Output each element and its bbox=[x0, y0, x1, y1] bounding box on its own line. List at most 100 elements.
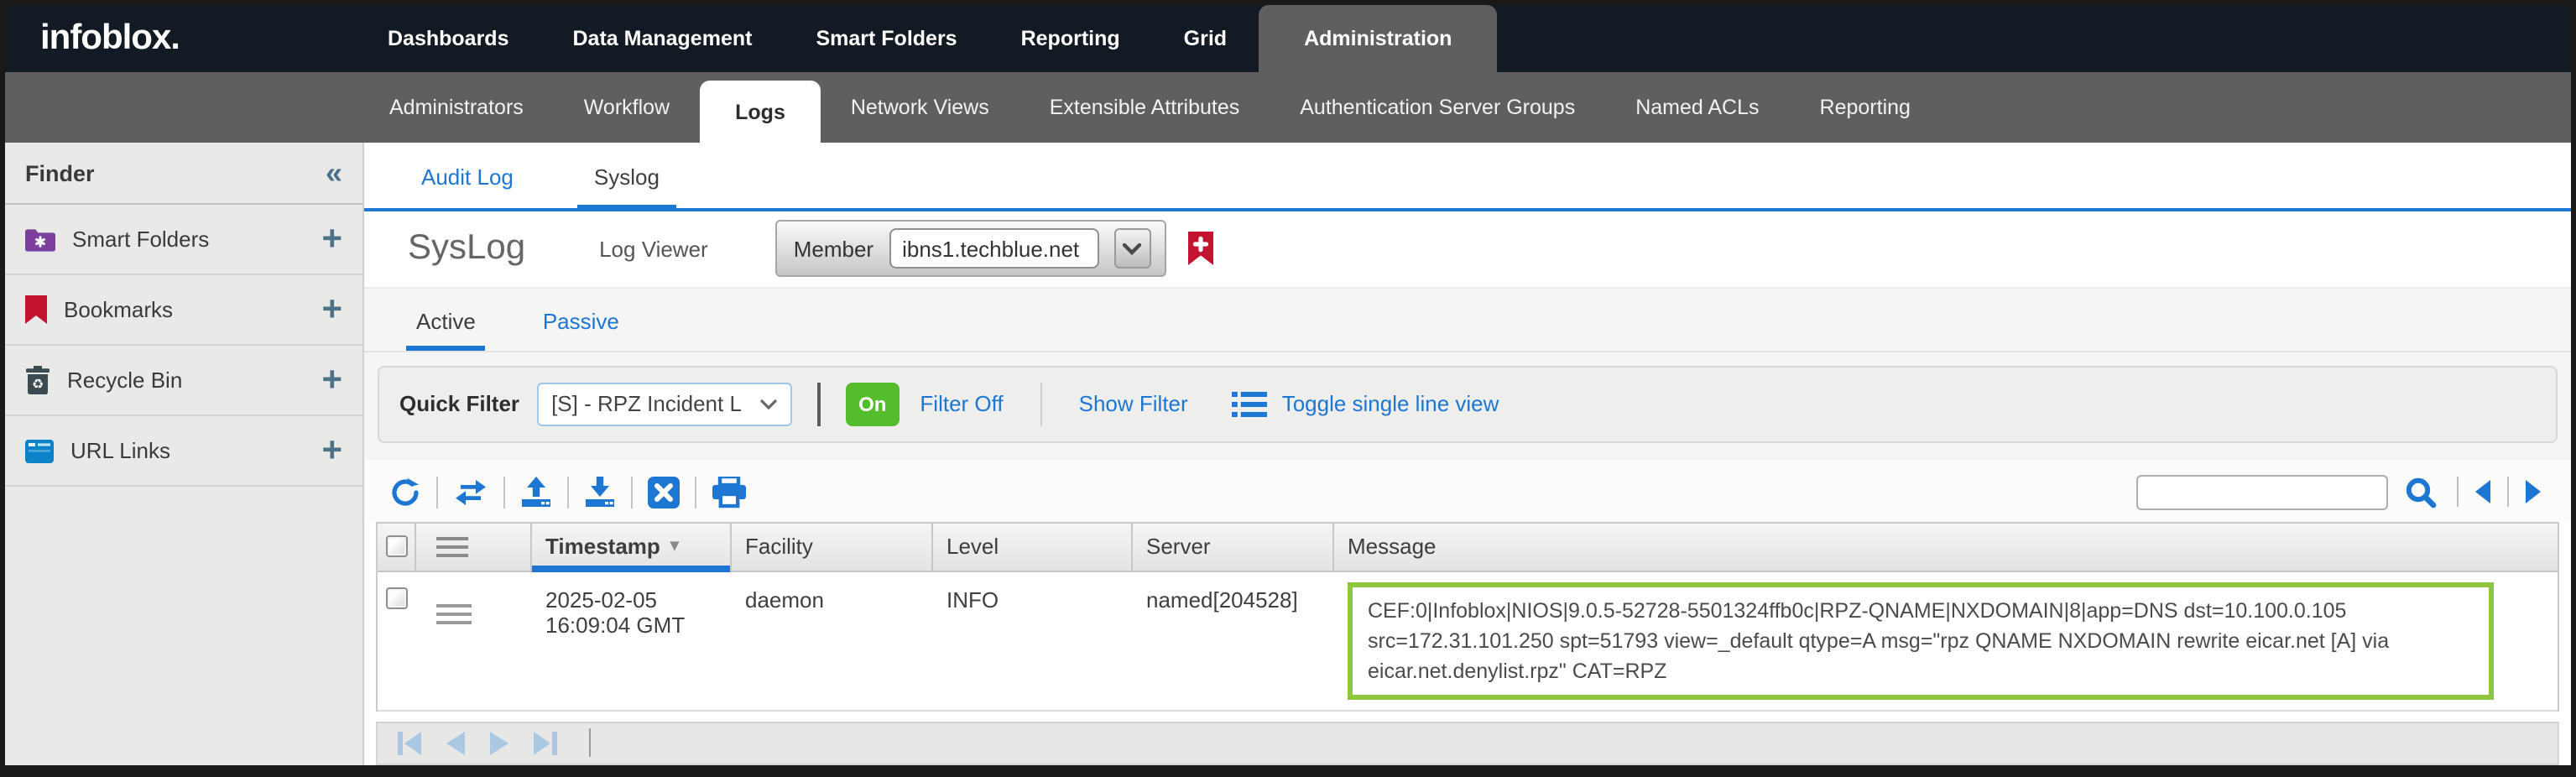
column-header-level[interactable]: Level bbox=[933, 523, 1133, 570]
previous-page-icon[interactable] bbox=[446, 732, 465, 755]
subnav-logs[interactable]: Logs bbox=[700, 81, 821, 143]
nav-administration[interactable]: Administration bbox=[1259, 5, 1497, 72]
refresh-icon[interactable] bbox=[389, 476, 421, 508]
subnav-extensible-attributes[interactable]: Extensible Attributes bbox=[1019, 72, 1270, 143]
filter-on-toggle[interactable]: On bbox=[845, 382, 900, 425]
collapse-panel-icon[interactable]: « bbox=[326, 158, 342, 188]
divider bbox=[503, 476, 505, 508]
sidebar-item-smart-folders[interactable]: Smart Folders + bbox=[5, 205, 362, 275]
nav-dashboards[interactable]: Dashboards bbox=[356, 5, 541, 72]
search-icon[interactable] bbox=[2405, 476, 2437, 508]
page-title: SysLog bbox=[408, 229, 525, 269]
find-next-icon[interactable] bbox=[2526, 480, 2541, 503]
divider bbox=[436, 476, 438, 508]
infoblox-logo: infoblox. bbox=[5, 5, 356, 72]
column-label: Level bbox=[946, 534, 999, 559]
subnav-workflow[interactable]: Workflow bbox=[554, 72, 700, 143]
app-window: infoblox. Dashboards Data Management Sma… bbox=[0, 0, 2576, 777]
log-toolbar bbox=[364, 459, 2571, 521]
column-label: Server bbox=[1146, 534, 1211, 559]
log-viewer-label: Log Viewer bbox=[599, 237, 708, 262]
search-input[interactable] bbox=[2136, 474, 2388, 509]
add-smart-folder-button[interactable]: + bbox=[321, 222, 342, 257]
syslog-main-panel: Audit Log Syslog SysLog Log Viewer Membe… bbox=[364, 143, 2571, 765]
divider bbox=[2507, 477, 2509, 507]
divider bbox=[589, 729, 591, 758]
subnav-named-acls[interactable]: Named ACLs bbox=[1605, 72, 1789, 143]
sidebar-item-label: URL Links bbox=[70, 438, 170, 463]
column-header-server[interactable]: Server bbox=[1133, 523, 1334, 570]
recycle-bin-icon: ♻ bbox=[25, 366, 50, 394]
divider bbox=[567, 476, 569, 508]
divider bbox=[816, 382, 820, 425]
tab-passive[interactable]: Passive bbox=[533, 308, 629, 350]
cell-facility: daemon bbox=[732, 571, 933, 710]
next-page-icon[interactable] bbox=[490, 732, 508, 755]
single-line-view-icon[interactable] bbox=[1232, 390, 1267, 417]
tab-syslog[interactable]: Syslog bbox=[577, 164, 676, 208]
column-header-facility[interactable]: Facility bbox=[732, 523, 933, 570]
syslog-header: SysLog Log Viewer Member ibns1.techblue.… bbox=[364, 211, 2571, 286]
logo-text: infoblox. bbox=[40, 18, 180, 59]
column-label: Timestamp bbox=[545, 534, 660, 559]
sidebar-item-recycle-bin[interactable]: ♻ Recycle Bin + bbox=[5, 346, 362, 416]
sidebar-item-label: Smart Folders bbox=[72, 227, 209, 252]
cell-timestamp: 2025-02-05 16:09:04 GMT bbox=[532, 571, 732, 710]
first-page-icon[interactable] bbox=[398, 732, 421, 755]
syslog-table: Timestamp ▾ Facility Level Server Message… bbox=[376, 521, 2559, 712]
add-bookmark-page-button[interactable] bbox=[1187, 232, 1212, 266]
svg-text:♻: ♻ bbox=[32, 376, 44, 392]
find-previous-icon[interactable] bbox=[2475, 480, 2490, 503]
add-url-link-button[interactable]: + bbox=[321, 433, 342, 468]
row-checkbox[interactable] bbox=[386, 587, 408, 608]
clear-icon[interactable] bbox=[648, 476, 680, 508]
subnav-network-views[interactable]: Network Views bbox=[821, 72, 1019, 143]
print-icon[interactable] bbox=[712, 476, 747, 508]
column-header-message[interactable]: Message bbox=[1334, 523, 2558, 570]
member-dropdown-button[interactable] bbox=[1113, 229, 1150, 269]
finder-panel: Finder « Smart Folders + Bookmarks + ♻ R… bbox=[5, 143, 364, 765]
toggle-single-line-view-link[interactable]: Toggle single line view bbox=[1282, 391, 1499, 416]
sidebar-item-bookmarks[interactable]: Bookmarks + bbox=[5, 275, 362, 346]
subnav-reporting[interactable]: Reporting bbox=[1790, 72, 1941, 143]
pagination-bar bbox=[376, 722, 2559, 765]
nav-data-management[interactable]: Data Management bbox=[541, 5, 785, 72]
node-tabs: Active Passive bbox=[364, 288, 2571, 352]
row-select-cell bbox=[378, 571, 416, 710]
member-value-input[interactable]: ibns1.techblue.net bbox=[889, 229, 1098, 269]
timestamp-date: 2025-02-05 bbox=[545, 587, 718, 612]
tab-audit-log[interactable]: Audit Log bbox=[404, 164, 530, 208]
rpz-message-highlight: CEF:0|Infoblox|NIOS|9.0.5-52728-5501324f… bbox=[1348, 581, 2494, 700]
sidebar-item-url-links[interactable]: URL Links + bbox=[5, 416, 362, 487]
subnav-auth-server-groups[interactable]: Authentication Server Groups bbox=[1270, 72, 1605, 143]
smart-folder-icon bbox=[25, 227, 55, 251]
auto-refresh-icon[interactable] bbox=[453, 477, 488, 506]
nav-smart-folders[interactable]: Smart Folders bbox=[784, 5, 988, 72]
column-header-timestamp[interactable]: Timestamp ▾ bbox=[532, 523, 732, 570]
admin-sub-nav: Administrators Workflow Logs Network Vie… bbox=[5, 72, 2571, 143]
divider bbox=[631, 476, 633, 508]
top-nav-items: Dashboards Data Management Smart Folders… bbox=[356, 5, 1497, 72]
table-row[interactable]: 2025-02-05 16:09:04 GMT daemon INFO name… bbox=[378, 571, 2558, 712]
subnav-administrators[interactable]: Administrators bbox=[359, 72, 554, 143]
nav-grid[interactable]: Grid bbox=[1152, 5, 1259, 72]
tab-active[interactable]: Active bbox=[406, 308, 486, 350]
quick-filter-select[interactable]: [S] - RPZ Incident L bbox=[536, 382, 791, 425]
row-menu-icon[interactable] bbox=[436, 536, 468, 556]
sort-desc-icon: ▾ bbox=[670, 537, 679, 555]
upload-icon[interactable] bbox=[520, 476, 552, 508]
url-links-icon bbox=[25, 439, 54, 462]
row-menu-icon[interactable] bbox=[436, 603, 472, 623]
last-page-icon[interactable] bbox=[534, 732, 557, 755]
add-bookmark-button[interactable]: + bbox=[321, 292, 342, 327]
filter-off-link[interactable]: Filter Off bbox=[920, 391, 1003, 416]
select-all-checkbox[interactable] bbox=[385, 535, 407, 557]
sub-nav-spacer bbox=[5, 72, 359, 143]
select-all-cell bbox=[378, 523, 416, 570]
add-recycle-bin-button[interactable]: + bbox=[321, 362, 342, 398]
nav-reporting[interactable]: Reporting bbox=[989, 5, 1152, 72]
log-type-tabs: Audit Log Syslog bbox=[364, 143, 2571, 211]
show-filter-link[interactable]: Show Filter bbox=[1079, 391, 1188, 416]
member-label: Member bbox=[794, 237, 873, 262]
download-icon[interactable] bbox=[584, 476, 616, 508]
